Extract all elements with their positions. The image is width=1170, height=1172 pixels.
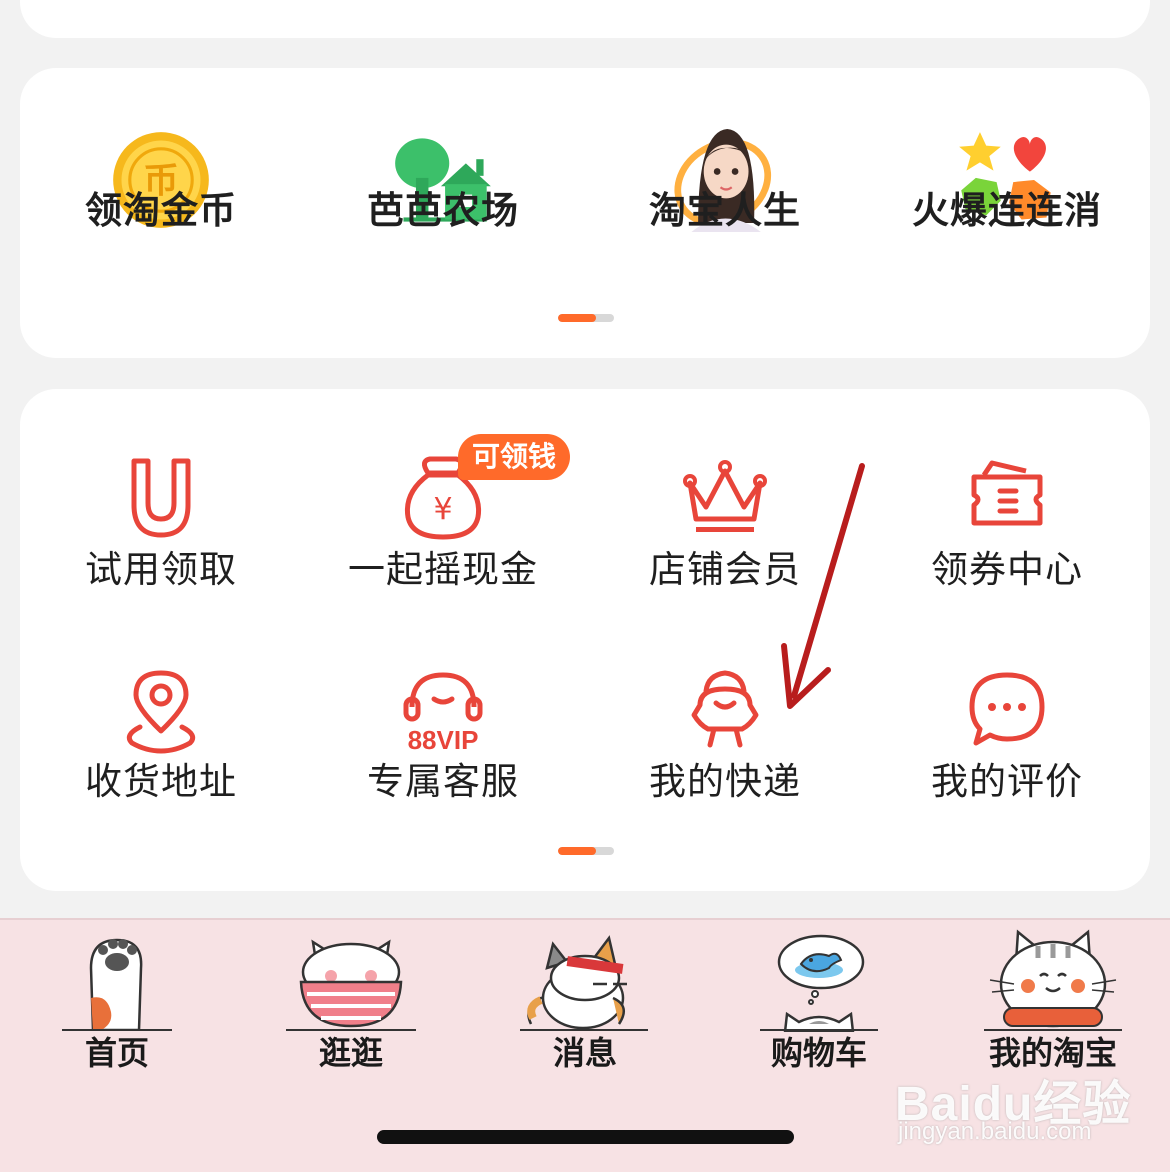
service-exclusive-support[interactable]: 88VIP 专属客服	[302, 641, 584, 831]
service-label: 收货地址	[85, 760, 237, 803]
service-coupon-center[interactable]: 领券中心	[866, 429, 1148, 619]
tab-label: 逛逛	[318, 1034, 383, 1072]
location-pin-icon	[126, 670, 196, 754]
game-label: 淘宝人生	[649, 189, 801, 232]
cat-fish-dream-icon	[777, 934, 865, 1032]
annotation-arrow	[781, 463, 865, 709]
service-label: 我的评价	[931, 760, 1083, 803]
services-card: 试用领取 ¥ 一起摇现金 店铺会员 领券中心 收货地址 88VIP 专属客服 我…	[20, 389, 1150, 891]
bonus-badge: 可领钱	[458, 434, 571, 480]
chat-bubble-icon	[969, 672, 1045, 746]
services-page-indicator	[558, 847, 614, 855]
tab-label: 首页	[84, 1034, 149, 1072]
game-label: 芭芭农场	[367, 189, 519, 232]
tab-messages[interactable]: 消息	[468, 920, 702, 1072]
cat-bowl-icon	[299, 939, 403, 1028]
cat-face-icon	[989, 929, 1117, 1028]
game-label: 领淘金币	[85, 189, 237, 232]
game-tile-taobao-life[interactable]: 淘宝人生	[584, 68, 866, 298]
game-tile-match[interactable]: 火爆连连消	[866, 68, 1148, 298]
trial-u-icon	[131, 458, 191, 538]
headset-88vip-icon: 88VIP	[403, 672, 483, 755]
sleeping-cat-icon	[527, 935, 627, 1030]
service-label: 专属客服	[367, 760, 519, 803]
service-label: 试用领取	[85, 548, 237, 591]
home-indicator[interactable]	[377, 1130, 794, 1144]
yen-glyph: ¥	[433, 492, 452, 527]
tab-cart[interactable]: 购物车	[702, 920, 936, 1072]
service-label: 领券中心	[931, 548, 1083, 591]
service-trial[interactable]: 试用领取	[20, 429, 302, 619]
service-my-reviews[interactable]: 我的评价	[866, 641, 1148, 831]
crown-icon	[683, 460, 767, 532]
coupon-icon	[971, 460, 1043, 526]
service-address[interactable]: 收货地址	[20, 641, 302, 831]
courier-bird-icon	[691, 670, 759, 748]
watermark-url: jingyan.baidu.com	[898, 1118, 1092, 1145]
tab-home[interactable]: 首页	[0, 920, 234, 1072]
game-tile-gold-coin[interactable]: 币 领淘金币	[20, 68, 302, 298]
game-label: 火爆连连消	[912, 189, 1102, 232]
tab-my-taobao[interactable]: 我的淘宝	[936, 920, 1170, 1072]
tab-label: 消息	[552, 1034, 617, 1072]
service-label: 一起摇现金	[348, 548, 538, 591]
cat-paw-icon	[89, 938, 143, 1030]
previous-card	[20, 0, 1150, 38]
game-tile-farm[interactable]: 芭芭农场	[302, 68, 584, 298]
games-page-indicator	[558, 314, 614, 322]
tab-discover[interactable]: 逛逛	[234, 920, 468, 1072]
games-card: 币 领淘金币 芭芭农场 淘宝人生 火爆连连消	[20, 68, 1150, 358]
service-label: 我的快递	[649, 760, 801, 803]
